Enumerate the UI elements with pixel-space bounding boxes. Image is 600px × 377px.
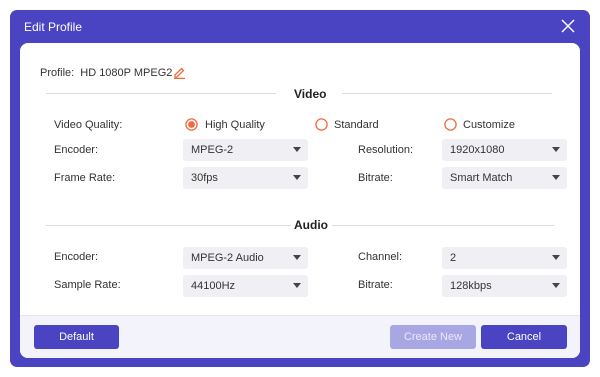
dialog-footer: Default Create New Cancel: [20, 315, 580, 358]
audio-bitrate-value: 128kbps: [450, 280, 492, 292]
audio-encoder-label: Encoder:: [54, 251, 99, 263]
chevron-down-icon: [552, 255, 560, 260]
video-bitrate-label: Bitrate:: [358, 172, 393, 184]
radio-customize-label[interactable]: Customize: [463, 119, 515, 131]
chevron-down-icon: [293, 255, 301, 260]
radio-high-quality[interactable]: [185, 118, 198, 131]
video-encoder-label: Encoder:: [54, 144, 99, 156]
divider-right: [332, 225, 554, 226]
create-new-button[interactable]: Create New: [390, 325, 476, 349]
radio-customize[interactable]: [444, 118, 457, 131]
pencil-edit-icon[interactable]: [173, 66, 186, 79]
chevron-down-icon: [552, 283, 560, 288]
channel-label: Channel:: [358, 251, 403, 263]
dialog-title: Edit Profile: [24, 20, 83, 34]
profile-row: Profile: HD 1080P MPEG2: [40, 67, 172, 79]
radio-standard[interactable]: [315, 118, 328, 131]
frame-rate-value: 30fps: [191, 172, 218, 184]
frame-rate-select[interactable]: 30fps: [183, 167, 308, 189]
chevron-down-icon: [552, 175, 560, 180]
video-encoder-value: MPEG-2: [191, 144, 234, 156]
sample-rate-select[interactable]: 44100Hz: [183, 275, 308, 297]
divider-right: [342, 93, 552, 94]
resolution-label: Resolution:: [358, 144, 414, 156]
default-button[interactable]: Default: [34, 325, 119, 349]
video-encoder-select[interactable]: MPEG-2: [183, 139, 308, 161]
divider-left: [46, 93, 276, 94]
video-bitrate-select[interactable]: Smart Match: [442, 167, 567, 189]
chevron-down-icon: [293, 147, 301, 152]
chevron-down-icon: [293, 283, 301, 288]
chevron-down-icon: [552, 147, 560, 152]
resolution-select[interactable]: 1920x1080: [442, 139, 567, 161]
video-bitrate-value: Smart Match: [450, 172, 513, 184]
chevron-down-icon: [293, 175, 301, 180]
audio-bitrate-label: Bitrate:: [358, 279, 393, 291]
audio-encoder-value: MPEG-2 Audio: [191, 252, 264, 264]
close-icon[interactable]: [560, 18, 576, 34]
edit-profile-dialog: Edit Profile Profile: HD 1080P MPEG2 Vide…: [10, 10, 590, 367]
title-bar: Edit Profile: [10, 10, 590, 44]
radio-high-quality-label[interactable]: High Quality: [205, 119, 265, 131]
sample-rate-label: Sample Rate:: [54, 279, 121, 291]
video-section-title: Video: [294, 87, 327, 101]
dialog-content: Profile: HD 1080P MPEG2 Video Video Quali…: [20, 43, 580, 358]
channel-select[interactable]: 2: [442, 247, 567, 269]
audio-section-title: Audio: [294, 218, 328, 232]
video-quality-label: Video Quality:: [54, 119, 123, 131]
audio-encoder-select[interactable]: MPEG-2 Audio: [183, 247, 308, 269]
divider-left: [46, 225, 291, 226]
profile-label: Profile:: [40, 67, 75, 79]
frame-rate-label: Frame Rate:: [54, 172, 116, 184]
radio-standard-label[interactable]: Standard: [334, 119, 379, 131]
channel-value: 2: [450, 252, 457, 264]
audio-bitrate-select[interactable]: 128kbps: [442, 275, 567, 297]
sample-rate-value: 44100Hz: [191, 280, 236, 292]
profile-value: HD 1080P MPEG2: [80, 67, 173, 79]
resolution-value: 1920x1080: [450, 144, 505, 156]
cancel-button[interactable]: Cancel: [481, 325, 567, 349]
